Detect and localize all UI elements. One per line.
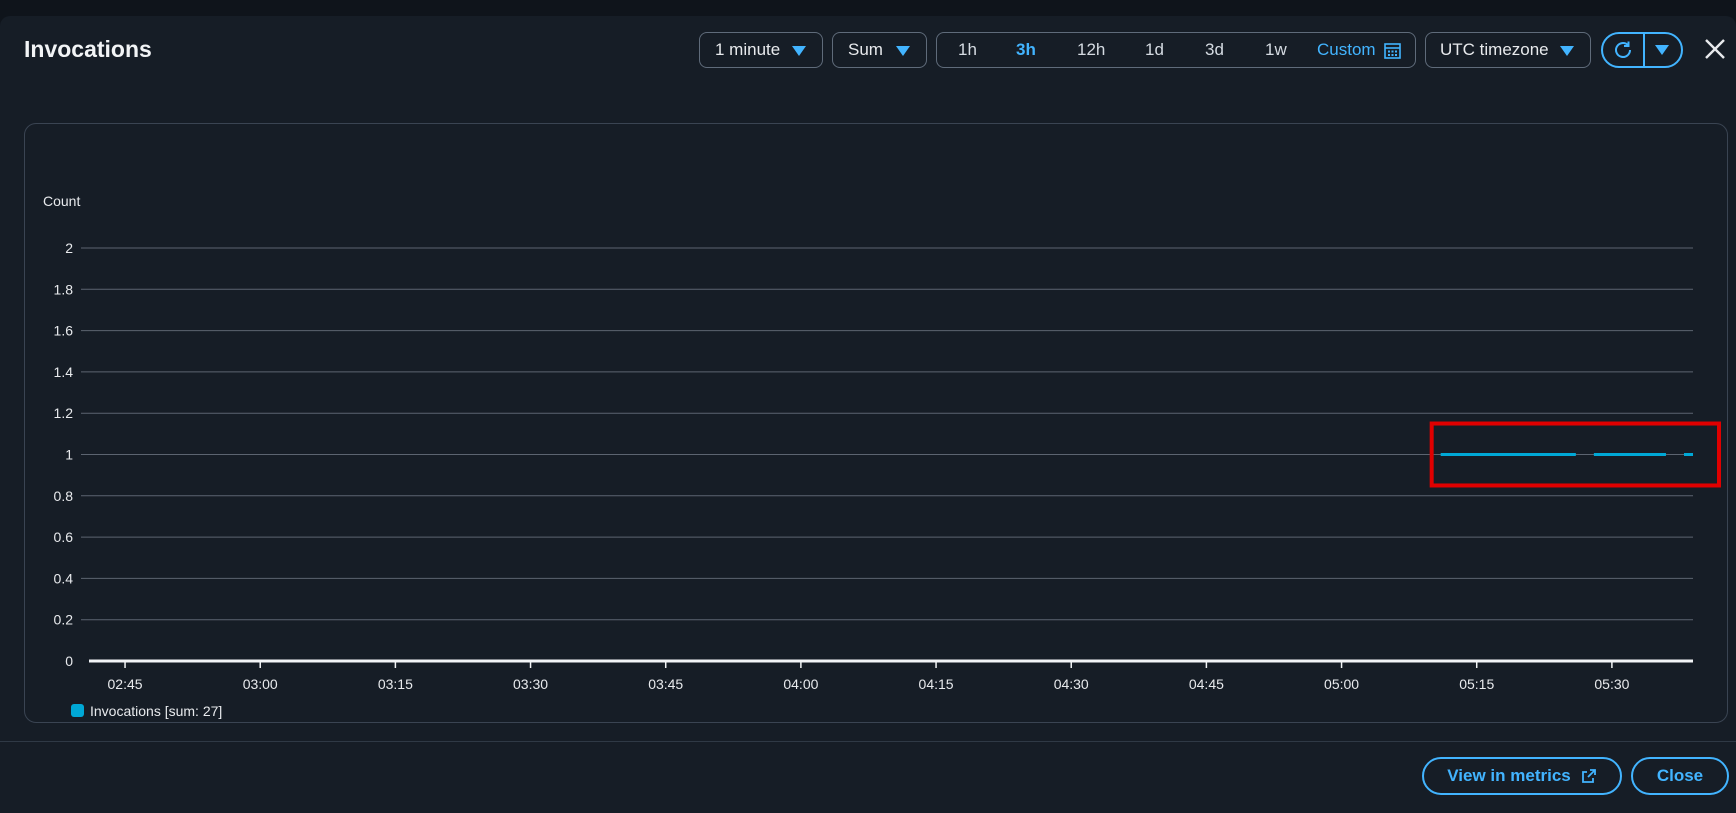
y-tick-label: 2 [65,240,73,256]
y-tick-label: 0.2 [54,612,74,628]
x-tick-label: 04:30 [1054,676,1089,692]
x-tick-label: 04:15 [919,676,954,692]
x-tick-label: 03:15 [378,676,413,692]
range-option-custom[interactable]: Custom [1317,33,1401,67]
timezone-value: UTC timezone [1440,40,1549,59]
y-tick-label: 1.2 [54,405,74,421]
range-option-1w[interactable]: 1w [1265,33,1287,67]
button-divider [1643,34,1645,66]
x-tick-label: 05:00 [1324,676,1359,692]
close-icon[interactable] [1700,34,1730,64]
caret-down-icon [1654,45,1669,55]
time-range-selector: 1h 3h 12h 1d 3d 1w Custom [936,32,1416,68]
caret-down-icon [896,46,910,56]
y-tick-label: 0.4 [54,570,74,586]
metric-modal: Invocations 1 minute Sum 1h 3h 12h 1d 3d… [0,16,1736,813]
timezone-select[interactable]: UTC timezone [1425,32,1591,68]
legend-swatch[interactable] [71,704,84,717]
footer-divider [0,741,1736,742]
period-select[interactable]: 1 minute [699,32,823,68]
x-tick-label: 05:15 [1459,676,1494,692]
range-option-1d[interactable]: 1d [1145,33,1164,67]
y-tick-label: 0.6 [54,529,74,545]
modal-title: Invocations [24,36,152,62]
y-tick-label: 0.8 [54,488,74,504]
x-tick-label: 03:45 [648,676,683,692]
custom-label: Custom [1317,40,1376,59]
y-tick-label: 1.8 [54,281,74,297]
x-tick-label: 04:45 [1189,676,1224,692]
range-option-1h[interactable]: 1h [958,33,977,67]
close-button[interactable]: Close [1631,757,1729,795]
external-link-icon [1581,769,1596,783]
legend-label[interactable]: Invocations [sum: 27] [90,703,222,719]
x-tick-label: 02:45 [108,676,143,692]
invocations-chart: Count 0 0.2 0.4 0.6 0.8 1 1.2 1.4 1.6 1.8 2 02:45 03:… [43,193,1722,719]
y-tick-label: 1.6 [54,323,74,339]
refresh-button-group [1601,32,1683,68]
statistic-select[interactable]: Sum [832,32,927,68]
y-tick-label: 0 [65,653,73,669]
calendar-icon [1383,42,1401,59]
period-value: 1 minute [715,40,781,59]
x-tick-label: 04:00 [783,676,818,692]
chart-container: Count 0 0.2 0.4 0.6 0.8 1 1.2 1.4 1.6 1.8 2 02:45 03:… [24,123,1728,723]
y-tick-label: 1 [65,447,73,463]
x-tick-label: 03:00 [243,676,278,692]
x-tick-label: 03:30 [513,676,548,692]
caret-down-icon [792,46,806,56]
x-tick-label: 05:30 [1594,676,1629,692]
refresh-options-dropdown[interactable] [1642,34,1681,66]
refresh-button[interactable] [1603,34,1642,66]
refresh-icon [1614,41,1631,58]
caret-down-icon [1560,46,1574,56]
y-axis-label: Count [43,193,80,209]
range-option-3h[interactable]: 3h [1016,33,1036,67]
range-option-3d[interactable]: 3d [1205,33,1224,67]
view-in-metrics-label: View in metrics [1447,766,1571,785]
range-option-12h[interactable]: 12h [1077,33,1105,67]
y-tick-label: 1.4 [54,364,74,380]
view-in-metrics-button[interactable]: View in metrics [1422,757,1622,795]
statistic-value: Sum [848,40,883,59]
